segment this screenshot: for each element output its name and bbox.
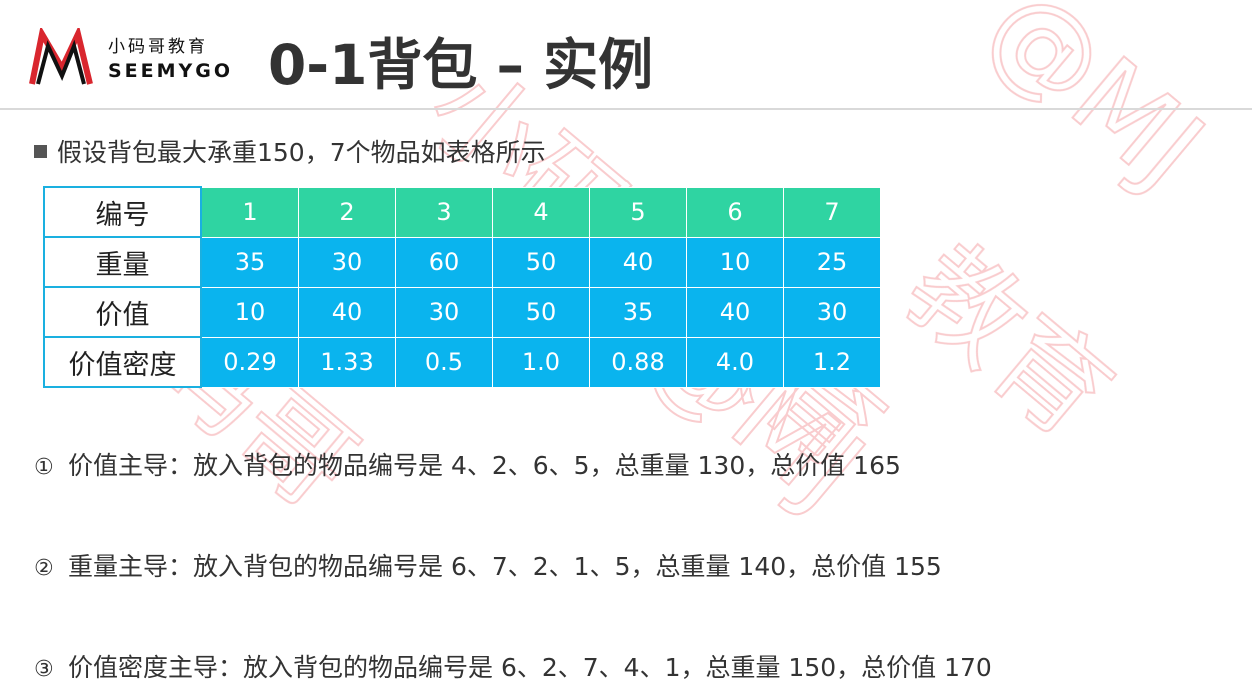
table-cell: 40 — [298, 286, 396, 338]
table-cell: 40 — [686, 286, 784, 338]
table-row-id: 编号 1 2 3 4 5 6 7 — [43, 186, 881, 238]
table-cell: 1.33 — [298, 336, 396, 388]
table-cell: 35 — [589, 286, 687, 338]
table-cell: 2 — [298, 186, 396, 238]
intro-text: 假设背包最大承重150，7个物品如表格所示 — [57, 138, 546, 167]
strategy-text: 价值密度主导：放入背包的物品编号是 6、2、7、4、1，总重量 150，总价值 … — [68, 653, 992, 682]
row-header: 重量 — [43, 236, 202, 288]
table-cell: 10 — [200, 286, 299, 338]
logo-brand-cn: 小码哥教育 — [108, 37, 208, 57]
table-cell: 25 — [783, 236, 881, 288]
page-title: 0-1背包 – 实例 — [268, 33, 654, 97]
table-cell: 7 — [783, 186, 881, 238]
intro-bullet: 假设背包最大承重150，7个物品如表格所示 — [34, 133, 546, 169]
table-cell: 4.0 — [686, 336, 784, 388]
table-cell: 3 — [395, 186, 493, 238]
table-cell: 50 — [492, 236, 590, 288]
logo-mark-icon — [29, 28, 93, 85]
table-cell: 30 — [395, 286, 493, 338]
strategy-text: 重量主导：放入背包的物品编号是 6、7、2、1、5，总重量 140，总价值 15… — [68, 552, 942, 581]
table-cell: 4 — [492, 186, 590, 238]
table-cell: 30 — [298, 236, 396, 288]
table-cell: 1.2 — [783, 336, 881, 388]
svg-text:教育: 教育 — [883, 222, 1134, 461]
row-header: 价值密度 — [43, 336, 202, 388]
items-table: 编号 1 2 3 4 5 6 7 重量 35 30 60 50 40 10 25… — [43, 186, 881, 388]
row-header: 编号 — [43, 186, 202, 238]
square-bullet-icon — [34, 144, 47, 158]
header-divider — [0, 108, 1252, 110]
svg-text:@MJ: @MJ — [963, 0, 1227, 212]
strategy-density-line: ③ 价值密度主导：放入背包的物品编号是 6、2、7、4、1，总重量 150，总价值… — [34, 648, 992, 684]
strategy-text: 价值主导：放入背包的物品编号是 4、2、6、5，总重量 130，总价值 165 — [68, 451, 901, 480]
table-cell: 6 — [686, 186, 784, 238]
table-cell: 30 — [783, 286, 881, 338]
strategy-marker: ③ — [34, 657, 54, 682]
logo-brand-en: SEEMYGO — [108, 60, 234, 82]
strategy-marker: ① — [34, 455, 54, 480]
table-cell: 10 — [686, 236, 784, 288]
logo: 小码哥教育 SEEMYGO — [28, 24, 238, 94]
table-cell: 0.29 — [200, 336, 299, 388]
row-header: 价值 — [43, 286, 202, 338]
table-cell: 40 — [589, 236, 687, 288]
table-cell: 1.0 — [492, 336, 590, 388]
table-row-density: 价值密度 0.29 1.33 0.5 1.0 0.88 4.0 1.2 — [43, 336, 881, 388]
table-cell: 0.5 — [395, 336, 493, 388]
table-cell: 0.88 — [589, 336, 687, 388]
strategy-weight-line: ② 重量主导：放入背包的物品编号是 6、7、2、1、5，总重量 140，总价值 1… — [34, 547, 942, 583]
strategy-marker: ② — [34, 556, 54, 581]
table-cell: 5 — [589, 186, 687, 238]
table-row-value: 价值 10 40 30 50 35 40 30 — [43, 286, 881, 338]
strategy-value-line: ① 价值主导：放入背包的物品编号是 4、2、6、5，总重量 130，总价值 165 — [34, 446, 901, 482]
table-cell: 35 — [200, 236, 299, 288]
table-cell: 50 — [492, 286, 590, 338]
table-cell: 60 — [395, 236, 493, 288]
table-row-weight: 重量 35 30 60 50 40 10 25 — [43, 236, 881, 288]
table-cell: 1 — [200, 186, 299, 238]
